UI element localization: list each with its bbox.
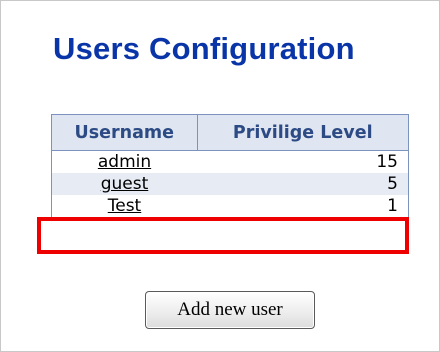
username-cell: Test xyxy=(51,195,197,218)
column-header-username: Username xyxy=(51,114,198,151)
table-row: admin 15 xyxy=(51,150,409,173)
add-new-user-button[interactable]: Add new user xyxy=(145,291,315,329)
privilege-level-cell: 15 xyxy=(197,150,409,173)
table-header-row: Username Privilige Level xyxy=(51,114,409,151)
highlight-box xyxy=(37,217,409,254)
page-frame: Users Configuration Username Privilige L… xyxy=(0,0,440,352)
table-row: Test 1 xyxy=(51,195,409,218)
table-row: guest 5 xyxy=(51,173,409,195)
username-cell: admin xyxy=(51,150,197,173)
username-cell: guest xyxy=(51,173,197,195)
user-link-test[interactable]: Test xyxy=(108,196,141,216)
column-header-privilege-level: Privilige Level xyxy=(196,114,409,151)
users-table: Username Privilige Level admin 15 guest … xyxy=(51,114,409,218)
user-link-admin[interactable]: admin xyxy=(98,152,151,172)
user-link-guest[interactable]: guest xyxy=(101,174,149,194)
page-title: Users Configuration xyxy=(53,31,355,66)
privilege-level-cell: 5 xyxy=(197,173,409,195)
privilege-level-cell: 1 xyxy=(197,195,409,218)
